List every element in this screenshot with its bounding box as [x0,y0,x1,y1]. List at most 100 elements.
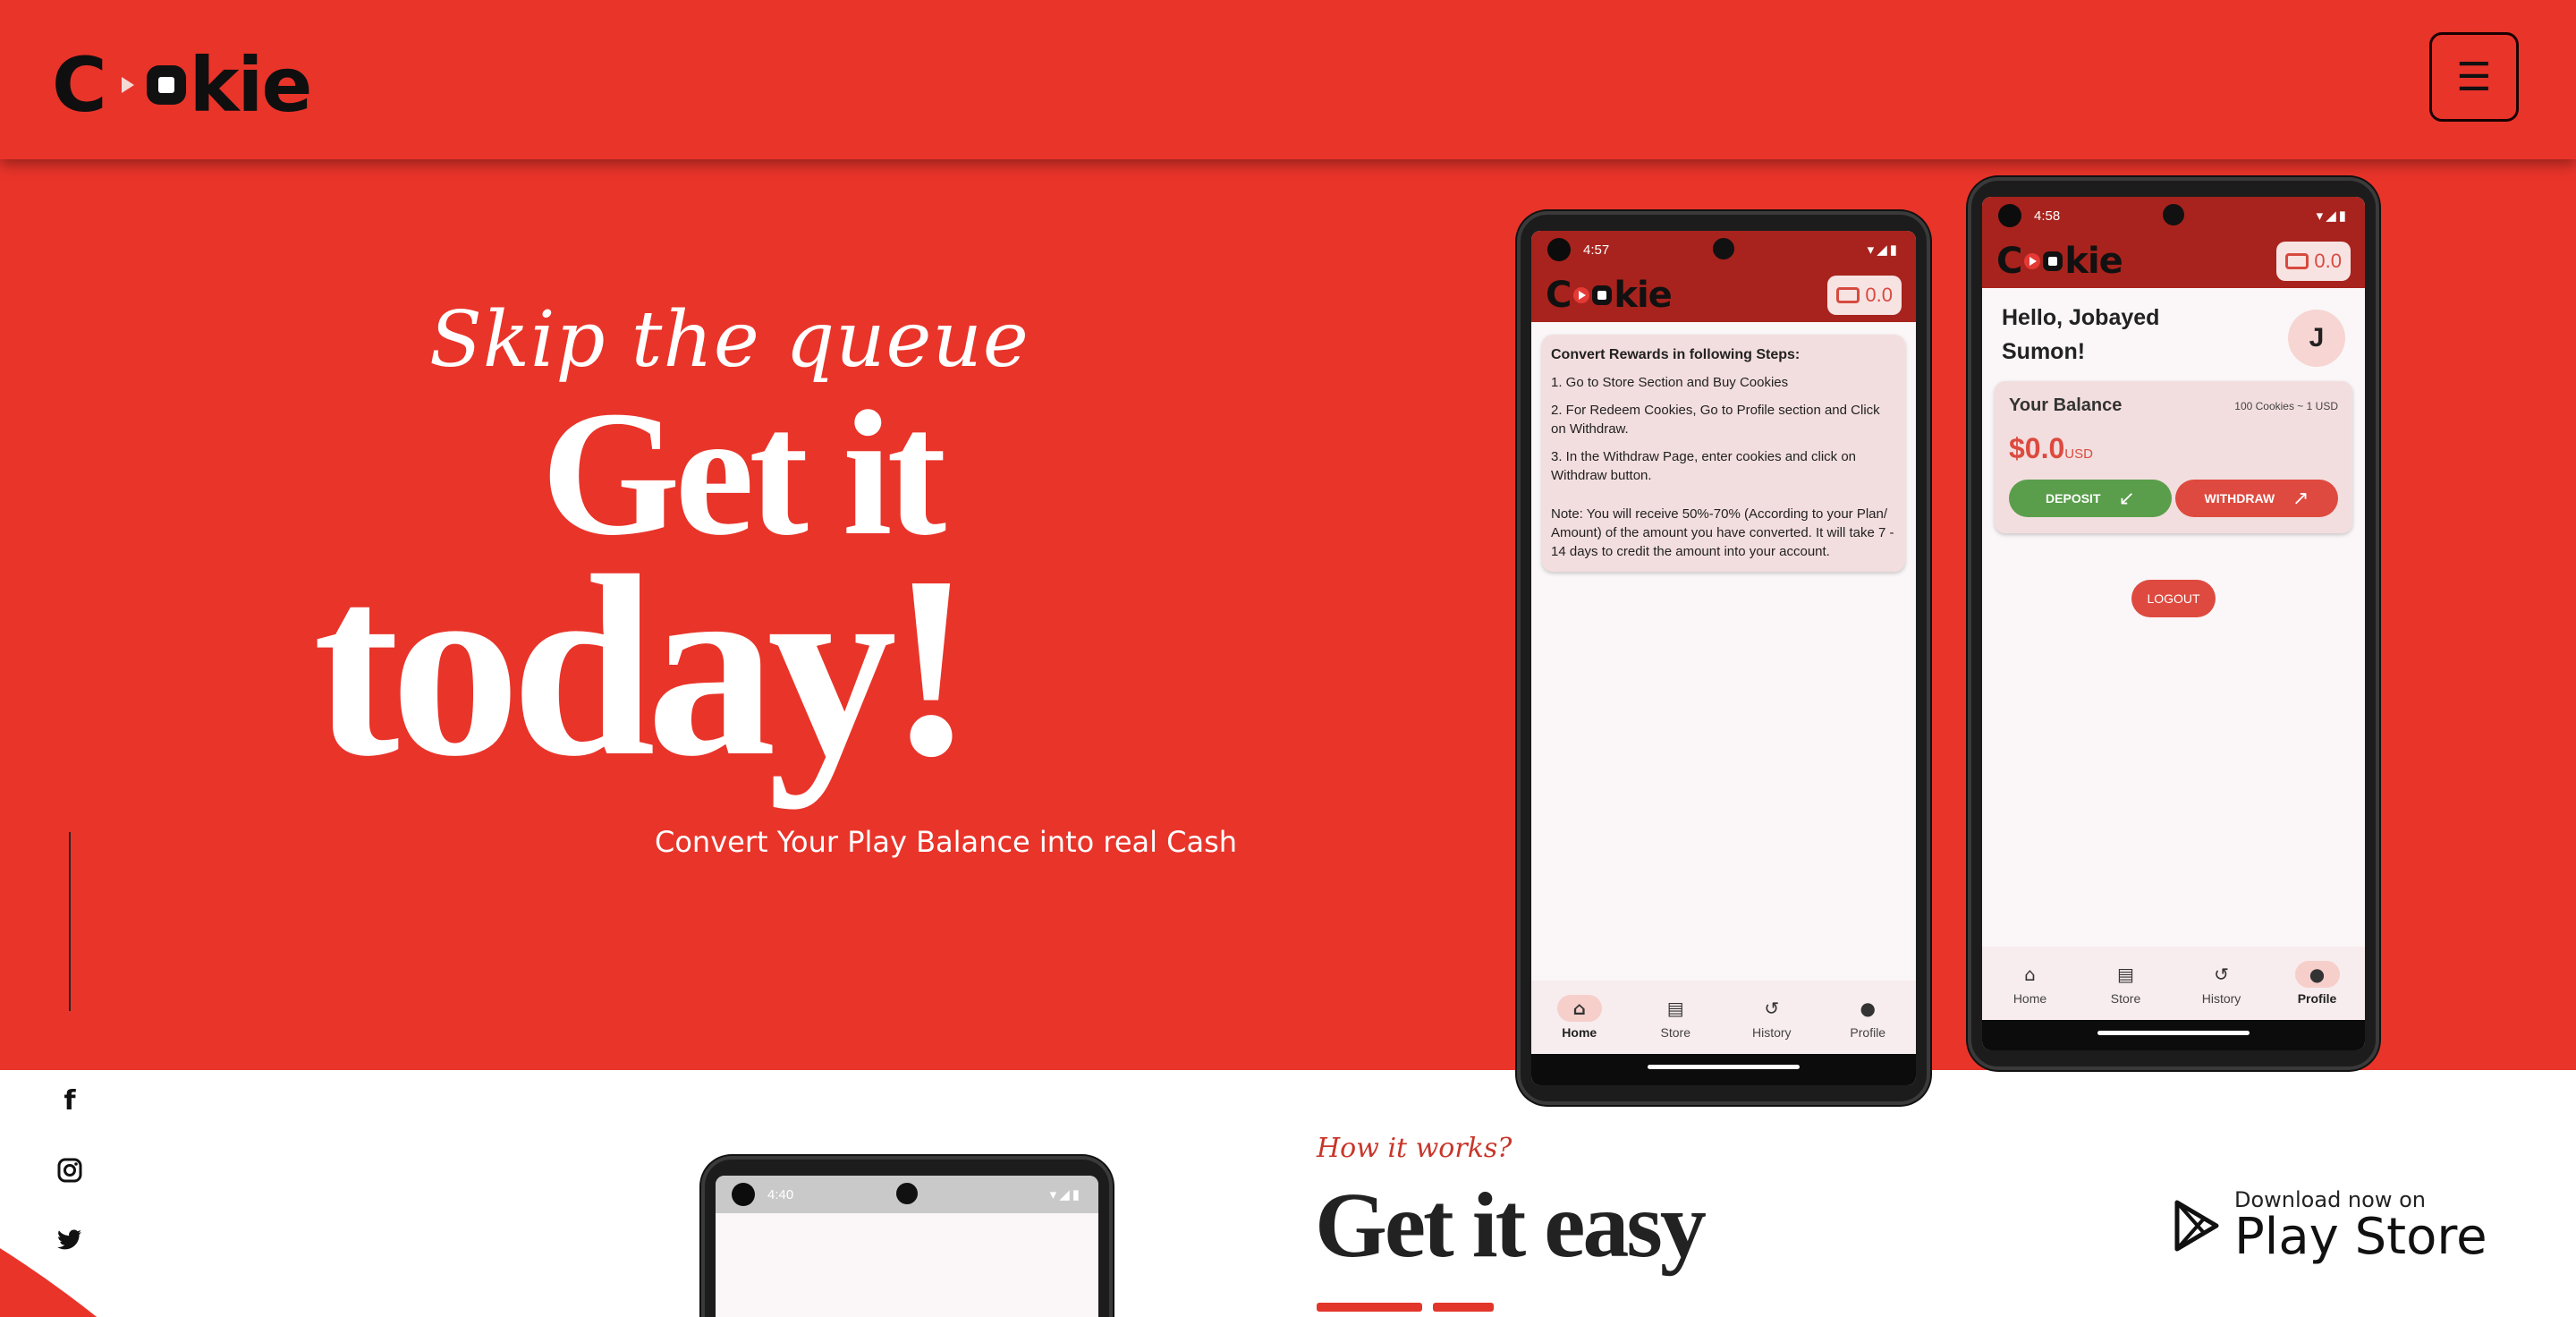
twitter-glyph [57,1229,81,1250]
hamburger-menu-button[interactable]: ☰ [2429,32,2519,122]
hero-tagline: Convert Your Play Balance into real Cash [655,825,1238,859]
gesture-home-bar[interactable] [1648,1065,1800,1069]
front-camera-icon [896,1183,918,1204]
wallet-amount: 0.0 [1865,284,1893,306]
wallet-icon [1836,287,1860,303]
steps-note: Note: You will receive 50%-70% (Accordin… [1551,506,1894,559]
how-it-works-kicker: How it works? [1317,1133,1513,1164]
system-nav-area [1531,1054,1916,1085]
app-logo: C kie [1996,241,2123,282]
nav-home[interactable]: ⌂ Home [1990,961,2071,1006]
step-item: 1. Go to Store Section and Buy Cookies [1551,375,1789,390]
app-logo: C kie [1546,275,1673,316]
nav-store[interactable]: ▤ Store [2086,961,2166,1006]
home-icon: ⌂ [1556,995,1602,1022]
steps-card: Convert Rewards in following Steps: 1. G… [1542,335,1905,572]
avatar[interactable]: J [2288,310,2345,367]
get-it-easy-title: Get it easy [1315,1174,1707,1277]
cookie-logo[interactable]: C kie [52,41,312,129]
nav-label: Home [2012,991,2047,1006]
nav-history[interactable]: ↺ History [2182,961,2262,1006]
phone-top-bar: 4:57 ▾◢▮ C kie 0.0 [1531,231,1916,322]
app-logo-kie: kie [1614,275,1672,316]
bottom-navigation: ⌂ Home ▤ Store ↺ History ● Profile [1531,981,1916,1054]
title-underline-long [1317,1303,1422,1312]
greeting-text: Hello, Jobayed Sumon! [2002,305,2160,364]
app-logo-c: C [1546,275,1572,316]
camera-hole-icon [1998,204,2021,227]
bottom-navigation: ⌂ Home ▤ Store ↺ History ● Profile [1982,947,2365,1020]
status-time: 4:57 [1583,242,1610,258]
logout-button[interactable]: LOGOUT [2131,580,2216,617]
phone-mockup-profile: 4:58 ▾◢▮ C kie 0.0 Hello, Jobayed Sumon! [1968,177,2379,1070]
phone-mockup-partial: 4:40 ▾◢▮ [701,1156,1113,1317]
nav-history[interactable]: ↺ History [1732,995,1812,1040]
deposit-button[interactable]: DEPOSIT ↙ [2009,480,2172,517]
history-icon: ↺ [2214,964,2229,985]
vertical-divider [69,832,71,1011]
app-bar: C kie 0.0 [1531,268,1916,322]
status-bar: 4:40 ▾◢▮ [716,1176,1098,1213]
nav-label: Store [2110,991,2141,1006]
camera-hole-icon [1547,238,1571,261]
play-store-download-link[interactable]: Download now on Play Store [2174,1188,2487,1263]
conversion-rate: 100 Cookies ~ 1 USD [2234,399,2338,412]
step-item: 2. For Redeem Cookies, Go to Profile sec… [1551,403,1880,437]
withdraw-label: WITHDRAW [2204,491,2275,506]
play-store-text: Download now on Play Store [2234,1188,2487,1263]
status-icons: ▾◢▮ [1049,1187,1082,1202]
wallet-balance-button[interactable]: 0.0 [2276,242,2351,281]
profile-greeting-row: Hello, Jobayed Sumon! J [1982,288,2365,369]
app-logo-square-icon [2043,251,2063,271]
store-icon: ▤ [1666,998,1684,1019]
status-time: 4:40 [767,1186,794,1202]
person-icon: ● [1860,998,1876,1019]
nav-label: Store [1660,1025,1690,1040]
nav-label: Profile [1850,1025,1886,1040]
nav-label: Profile [2297,991,2337,1006]
app-logo-c: C [1996,241,2022,282]
nav-store[interactable]: ▤ Store [1635,995,1716,1040]
nav-label: History [2201,991,2241,1006]
hero-kicker: Skip the queue [429,295,1030,385]
front-camera-icon [1713,238,1734,259]
gesture-home-bar[interactable] [2097,1031,2250,1035]
person-icon: ● [2294,961,2340,988]
deposit-label: DEPOSIT [2046,491,2101,506]
logo-letters-kie: kie [189,41,313,129]
status-icons: ▾◢▮ [2316,208,2349,224]
withdraw-button[interactable]: WITHDRAW ↗ [2175,480,2338,517]
app-logo-square-icon [1592,285,1613,305]
nav-label: History [1751,1025,1792,1040]
instagram-icon[interactable] [55,1156,84,1185]
title-underline-short [1433,1303,1494,1312]
logo-square-icon [146,65,186,105]
nav-label: Home [1562,1025,1597,1040]
logo-play-icon [121,77,134,93]
status-bar: 4:58 ▾◢▮ [1982,197,2365,234]
status-icons: ▾◢▮ [1867,242,1900,258]
wallet-icon [2285,253,2309,269]
balance-value: $0.0 [2009,432,2065,464]
nav-home[interactable]: ⌂ Home [1539,995,1620,1040]
nav-profile[interactable]: ● Profile [1827,995,1908,1040]
phone-screen-home: 4:57 ▾◢▮ C kie 0.0 Convert Rewards in fo… [1531,231,1916,1085]
arrow-down-left-icon: ↙ [2118,487,2135,510]
phone-mockup-home: 4:57 ▾◢▮ C kie 0.0 Convert Rewards in fo… [1517,211,1930,1105]
front-camera-icon [2163,204,2184,225]
play-store-icon [2174,1200,2219,1252]
phone-screen-profile: 4:58 ▾◢▮ C kie 0.0 Hello, Jobayed Sumon! [1982,197,2365,1050]
balance-title: Your Balance [2009,395,2123,415]
balance-card: Your Balance 100 Cookies ~ 1 USD $0.0USD… [1995,381,2352,533]
balance-actions: DEPOSIT ↙ WITHDRAW ↗ [2009,480,2338,517]
app-bar: C kie 0.0 [1982,234,2365,288]
app-logo-kie: kie [2064,241,2123,282]
home-icon: ⌂ [2024,964,2036,985]
twitter-icon[interactable] [55,1226,84,1254]
logo-letter-c: C [52,41,107,129]
facebook-icon[interactable]: f [55,1084,84,1117]
facebook-glyph: f [64,1084,76,1117]
wallet-balance-button[interactable]: 0.0 [1827,276,1902,315]
steps-title: Convert Rewards in following Steps: [1551,347,1801,362]
nav-profile[interactable]: ● Profile [2277,961,2358,1006]
